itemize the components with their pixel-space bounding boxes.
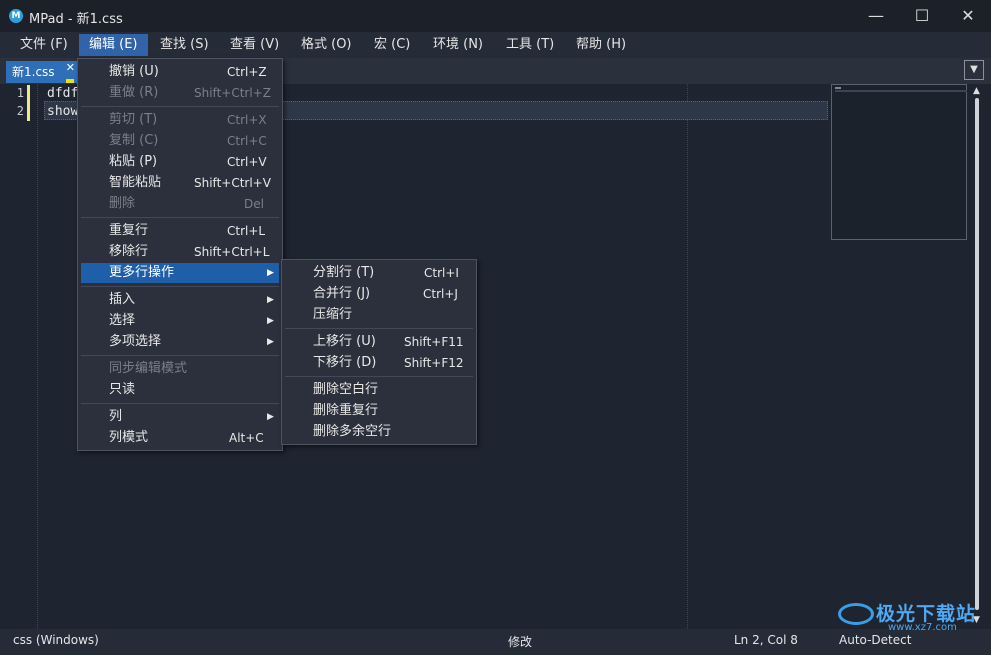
menu-separator: [285, 376, 473, 377]
menu-separator: [81, 286, 279, 287]
modified-marker: [66, 79, 74, 83]
menu-item-cut[interactable]: 剪切 (T) Ctrl+X: [81, 110, 279, 130]
menu-item-select[interactable]: 选择 ▶: [81, 311, 279, 331]
menu-item-delete[interactable]: 删除 Del: [81, 194, 279, 214]
watermark-swirl-icon: [838, 603, 874, 625]
menu-item-split-line[interactable]: 分割行 (T) Ctrl+I: [285, 263, 473, 283]
code-line[interactable]: dfdf: [47, 86, 78, 101]
menu-item-insert[interactable]: 插入 ▶: [81, 290, 279, 310]
tab-list-dropdown-icon[interactable]: ▼: [964, 60, 984, 80]
change-marker: [27, 85, 30, 103]
menu-macro[interactable]: 宏 (C): [364, 34, 420, 56]
menu-item-read-only[interactable]: 只读: [81, 380, 279, 400]
syntax-status[interactable]: css (Windows): [13, 633, 99, 647]
menu-item-duplicate-line[interactable]: 重复行 Ctrl+L: [81, 221, 279, 241]
status-bar: css (Windows) 修改 Ln 2, Col 8 Auto-Detect: [0, 629, 991, 655]
menu-separator: [81, 217, 279, 218]
menu-item-delete-blank-lines[interactable]: 删除空白行: [285, 380, 473, 400]
line-number: 1: [16, 86, 24, 100]
menu-item-undo[interactable]: 撤销 (U) Ctrl+Z: [81, 62, 279, 82]
menu-separator: [81, 355, 279, 356]
line-gutter: 1 2: [0, 84, 36, 629]
menu-item-paste[interactable]: 粘贴 (P) Ctrl+V: [81, 152, 279, 172]
edit-menu: 撤销 (U) Ctrl+Z 重做 (R) Shift+Ctrl+Z 剪切 (T)…: [77, 58, 283, 451]
menu-item-copy[interactable]: 复制 (C) Ctrl+C: [81, 131, 279, 151]
menu-item-redo[interactable]: 重做 (R) Shift+Ctrl+Z: [81, 83, 279, 103]
minimap-line: [835, 87, 841, 89]
tab-label: 新1.css: [12, 65, 55, 79]
window-title: MPad - 新1.css: [29, 12, 123, 27]
menu-edit[interactable]: 编辑 (E): [79, 34, 148, 56]
menu-tools[interactable]: 工具 (T): [496, 34, 564, 56]
title-bar: M MPad - 新1.css — ☐ ✕: [0, 0, 991, 32]
scroll-thumb[interactable]: [975, 98, 979, 610]
minimap-viewport: [835, 90, 967, 92]
watermark-url: www.xz7.com: [888, 622, 957, 633]
menu-bar: 文件 (F) 编辑 (E) 查找 (S) 查看 (V) 格式 (O) 宏 (C)…: [0, 32, 991, 58]
menu-item-move-line-up[interactable]: 上移行 (U) Shift+F11: [285, 332, 473, 352]
code-line[interactable]: show: [47, 104, 78, 119]
submenu-arrow-icon: ▶: [267, 295, 274, 305]
menu-item-move-line-down[interactable]: 下移行 (D) Shift+F12: [285, 353, 473, 373]
menu-item-multi-select[interactable]: 多项选择 ▶: [81, 332, 279, 352]
menu-view[interactable]: 查看 (V): [220, 34, 289, 56]
menu-item-smart-paste[interactable]: 智能粘贴 Shift+Ctrl+V: [81, 173, 279, 193]
menu-item-delete-duplicate-lines[interactable]: 删除重复行: [285, 401, 473, 421]
menu-separator: [81, 403, 279, 404]
menu-item-remove-line[interactable]: 移除行 Shift+Ctrl+L: [81, 242, 279, 262]
vertical-scrollbar[interactable]: ▲ ▼: [969, 84, 986, 629]
menu-find[interactable]: 查找 (S): [150, 34, 219, 56]
menu-item-column[interactable]: 列 ▶: [81, 407, 279, 427]
watermark-logo: 极光下载站 www.xz7.com: [834, 597, 984, 633]
right-margin-guide: [687, 84, 688, 629]
minimize-icon[interactable]: —: [853, 0, 899, 32]
mode-status: 修改: [508, 635, 533, 649]
line-ops-submenu: 分割行 (T) Ctrl+I 合并行 (J) Ctrl+J 压缩行 上移行 (U…: [281, 259, 477, 445]
tab-file[interactable]: 新1.css ✕: [6, 61, 78, 83]
maximize-icon[interactable]: ☐: [899, 0, 945, 32]
menu-item-column-mode[interactable]: 列模式 Alt+C: [81, 428, 279, 448]
menu-file[interactable]: 文件 (F): [10, 34, 78, 56]
menu-help[interactable]: 帮助 (H): [566, 34, 636, 56]
submenu-arrow-icon: ▶: [267, 412, 274, 422]
menu-format[interactable]: 格式 (O): [291, 34, 362, 56]
line-number: 2: [16, 104, 24, 118]
change-marker: [27, 103, 30, 121]
minimap[interactable]: [831, 84, 967, 240]
menu-item-sync-edit[interactable]: 同步编辑模式: [81, 359, 279, 379]
tab-close-icon[interactable]: ✕: [66, 61, 75, 75]
menu-separator: [81, 106, 279, 107]
menu-environment[interactable]: 环境 (N): [423, 34, 493, 56]
encoding-status[interactable]: Auto-Detect: [839, 633, 911, 647]
cursor-position[interactable]: Ln 2, Col 8: [734, 633, 798, 647]
submenu-arrow-icon: ▶: [267, 316, 274, 326]
app-logo-icon: M: [9, 9, 23, 23]
menu-item-join-lines[interactable]: 合并行 (J) Ctrl+J: [285, 284, 473, 304]
menu-item-delete-extra-blank-lines[interactable]: 删除多余空行: [285, 422, 473, 442]
indent-guide: [37, 84, 38, 629]
close-icon[interactable]: ✕: [945, 0, 991, 32]
submenu-arrow-icon: ▶: [267, 268, 274, 278]
scroll-up-icon[interactable]: ▲: [973, 86, 980, 96]
menu-item-compress-lines[interactable]: 压缩行: [285, 305, 473, 325]
submenu-arrow-icon: ▶: [267, 337, 274, 347]
menu-separator: [285, 328, 473, 329]
menu-item-more-line-ops[interactable]: 更多行操作 ▶: [81, 263, 279, 283]
